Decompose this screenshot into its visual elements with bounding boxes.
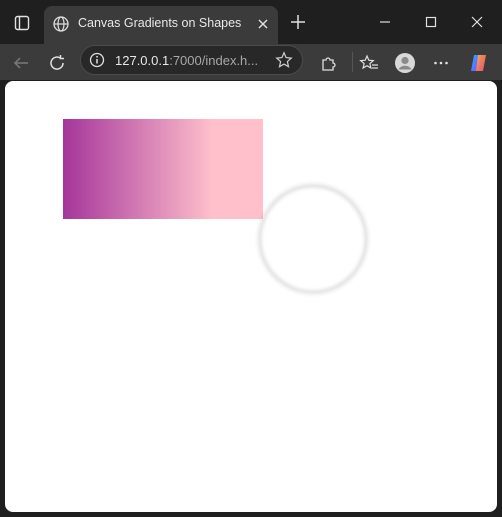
tab-title: Canvas Gradients on Shapes: [78, 16, 242, 30]
url-path: :7000/index.h...: [169, 53, 259, 68]
globe-icon: [53, 16, 69, 32]
gradient-rectangle: [63, 119, 263, 219]
more-button[interactable]: [428, 50, 454, 76]
puzzle-icon: [322, 57, 336, 71]
back-arrow-icon: [13, 57, 28, 69]
back-button[interactable]: [8, 50, 34, 76]
toolbar: 127.0.0.1:7000/index.h...: [0, 44, 502, 80]
profile-icon: [395, 53, 415, 73]
favorites-icon: [359, 54, 378, 70]
toolbar-divider: [352, 52, 353, 72]
browser-tab[interactable]: Canvas Gradients on Shapes: [44, 6, 278, 44]
page-viewport: [5, 81, 497, 512]
copilot-button[interactable]: [466, 50, 492, 76]
close-icon: [471, 16, 483, 28]
maximize-button[interactable]: [408, 8, 454, 36]
title-bar: Canvas Gradients on Shapes: [0, 0, 502, 44]
minimize-icon: [380, 21, 390, 23]
close-tab-icon[interactable]: [254, 15, 272, 33]
url-host: 127.0.0.1: [115, 53, 170, 68]
canvas[interactable]: [5, 81, 497, 512]
copilot-icon: [471, 55, 486, 71]
address-bar[interactable]: 127.0.0.1:7000/index.h...: [80, 45, 303, 75]
profile-button[interactable]: [392, 50, 418, 76]
minimize-button[interactable]: [362, 8, 408, 36]
white-circle: [260, 186, 366, 292]
favorites-button[interactable]: [356, 50, 382, 76]
new-tab-icon[interactable]: [288, 12, 308, 32]
refresh-button[interactable]: [44, 50, 70, 76]
tab-actions-button[interactable]: [8, 9, 36, 37]
close-window-button[interactable]: [454, 8, 500, 36]
extensions-button[interactable]: [315, 50, 341, 76]
url-text[interactable]: 127.0.0.1:7000/index.h...: [115, 53, 258, 68]
tab-actions-icon: [14, 15, 30, 31]
favorite-star-icon[interactable]: [275, 51, 293, 69]
more-icon: [434, 61, 448, 65]
maximize-icon: [425, 16, 437, 28]
refresh-icon: [50, 55, 64, 70]
info-icon[interactable]: [89, 52, 105, 68]
